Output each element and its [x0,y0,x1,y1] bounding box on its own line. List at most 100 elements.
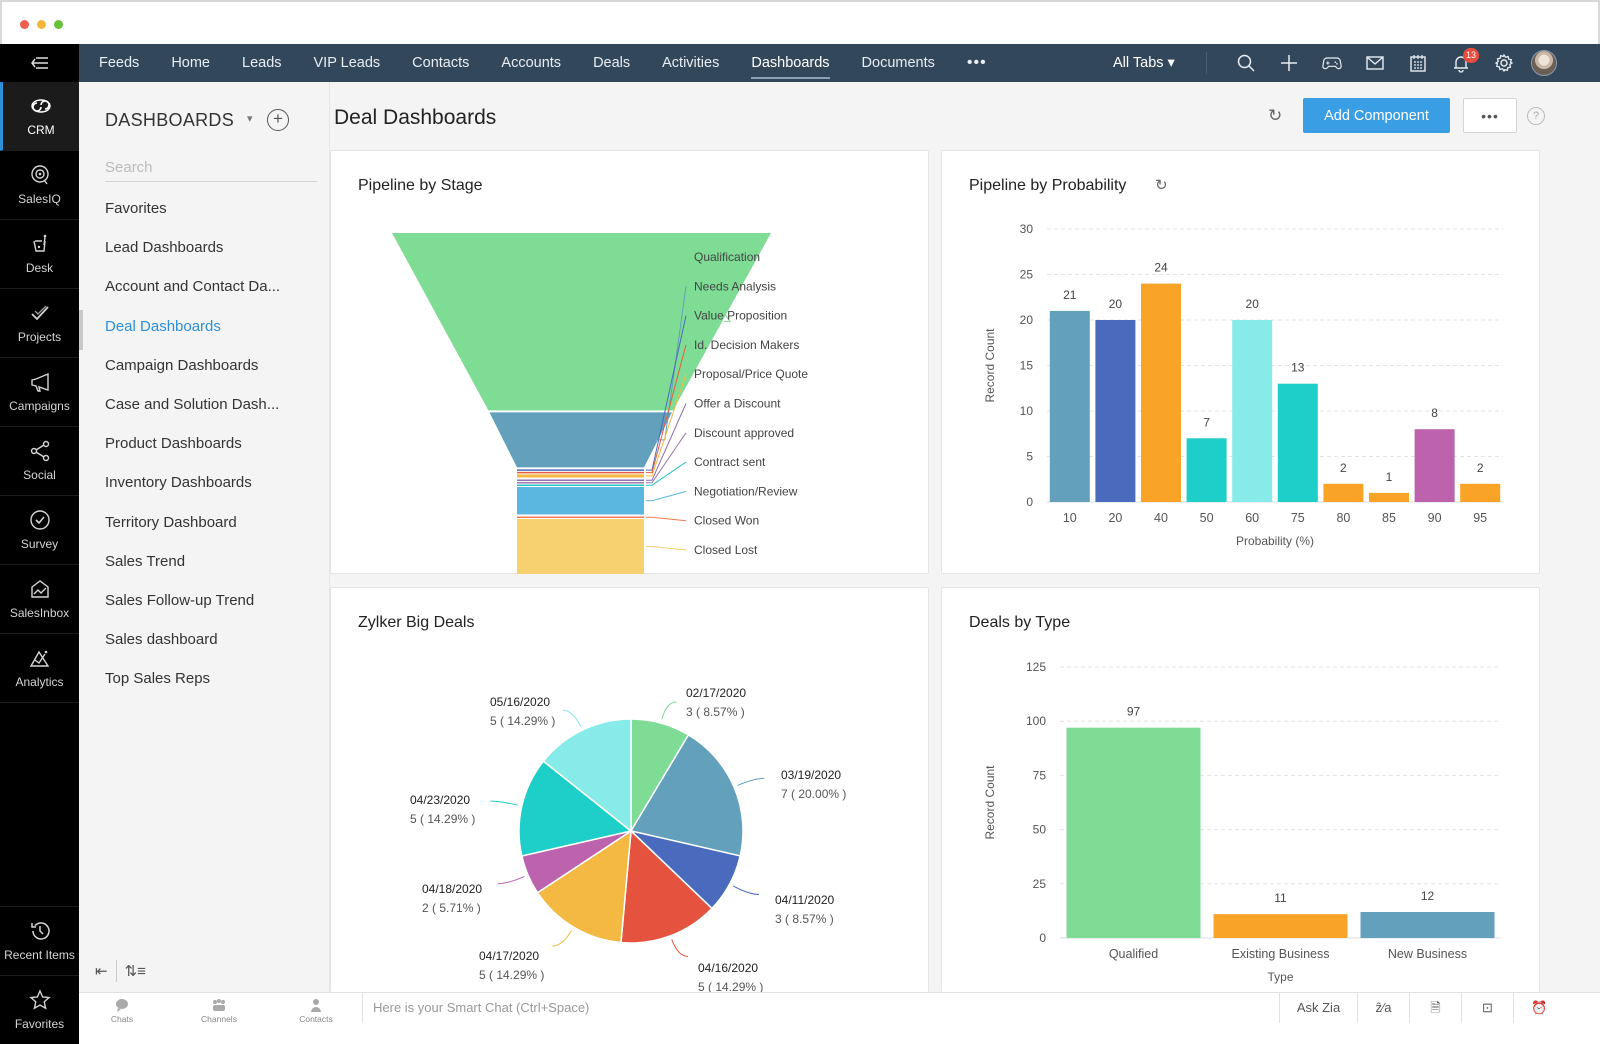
calendar-icon[interactable] [1396,44,1439,82]
app-sidebar-item-favorites[interactable]: Favorites [0,975,79,1044]
dashboard-list-item[interactable]: Campaign Dashboards [105,351,317,390]
dashboard-list-item[interactable]: Account and Contact Da... [105,272,317,311]
dashboard-list-item[interactable]: Sales dashboard [105,625,317,664]
refresh-icon[interactable]: ↻ [1268,106,1282,126]
avatar[interactable] [1531,50,1557,76]
app-sidebar-item-survey[interactable]: Survey [0,496,79,565]
search-icon[interactable] [1224,44,1267,82]
app-sidebar-item-desk[interactable]: Desk [0,220,79,289]
tab-dashboards[interactable]: Dashboards [735,44,845,82]
bar[interactable] [1141,283,1181,502]
funnel-segment[interactable] [517,484,644,486]
collapse-panel-icon[interactable]: ⇤ [87,962,116,980]
funnel-segment[interactable] [517,469,644,471]
app-sidebar-item-salesiq[interactable]: SalesIQ [0,151,79,220]
app-sidebar-label: Social [23,468,56,482]
bar[interactable] [1360,911,1495,938]
dashboard-list-item[interactable]: Inventory Dashboards [105,468,317,507]
tab-deals[interactable]: Deals [577,44,646,82]
bottom-channels-button[interactable]: Channels [189,997,249,1024]
dashboard-list-item[interactable]: Top Sales Reps [105,664,317,703]
tab-home[interactable]: Home [155,44,226,82]
bottom-contacts-button[interactable]: Contacts [286,997,346,1024]
zia-icon[interactable]: ẑ⁄a [1357,993,1409,1023]
help-icon[interactable]: ? [1527,107,1545,125]
funnel-segment[interactable] [517,486,644,515]
bar[interactable] [1049,310,1090,502]
funnel-segment[interactable] [517,516,644,518]
funnel-segment[interactable] [517,518,644,574]
y-tick-label: 0 [1039,931,1046,945]
desk-icon [32,234,46,252]
tab-vip-leads[interactable]: VIP Leads [298,44,397,82]
bar[interactable] [1369,492,1409,502]
bar[interactable] [1277,383,1318,502]
dashboard-list-item[interactable]: Deal Dashboards [105,312,317,351]
screen-share-icon[interactable]: ⊡ [1461,993,1513,1023]
refresh-icon[interactable]: ↻ [1155,176,1168,194]
bar[interactable] [1460,483,1501,502]
funnel-segment[interactable] [517,474,644,478]
scrollbar[interactable] [79,310,83,350]
funnel-segment[interactable] [489,412,672,468]
more-options-button[interactable]: ••• [1463,98,1517,133]
tab-feeds[interactable]: Feeds [83,44,155,82]
funnel-segment[interactable] [517,481,644,484]
alarm-icon[interactable]: ⏰ [1513,993,1565,1023]
app-sidebar-item-social[interactable]: Social [0,427,79,496]
dashboard-list-item[interactable]: Case and Solution Dash... [105,390,317,429]
bar[interactable] [1213,914,1348,938]
funnel-segment[interactable] [517,479,644,481]
x-tick-label: 60 [1245,511,1259,525]
app-sidebar-item-campaigns[interactable]: Campaigns [0,358,79,427]
tab-leads[interactable]: Leads [226,44,298,82]
tab-accounts[interactable]: Accounts [485,44,577,82]
smart-chat-input[interactable]: Here is your Smart Chat (Ctrl+Space) [362,993,1277,1023]
maximize-window-button[interactable] [54,20,63,29]
dashboard-search-input[interactable] [105,154,317,182]
gear-icon[interactable] [1482,44,1525,82]
more-tabs-button[interactable]: ••• [951,54,1003,72]
bell-icon[interactable]: 13 [1439,44,1482,82]
chevron-down-icon[interactable]: ▾ [247,112,253,125]
notes-icon[interactable]: 🗎 [1409,993,1461,1023]
dashboard-list-item[interactable]: Sales Trend [105,547,317,586]
minimize-window-button[interactable] [37,20,46,29]
tab-activities[interactable]: Activities [646,44,735,82]
add-component-button[interactable]: Add Component [1303,98,1450,133]
all-tabs-dropdown[interactable]: All Tabs ▾ [1113,44,1175,82]
dashboard-list-item[interactable]: Favorites [105,194,317,233]
dashboard-list-item[interactable]: Sales Follow-up Trend [105,586,317,625]
dashboard-list-item[interactable]: Territory Dashboard [105,508,317,547]
ask-zia-button[interactable]: Ask Zia [1279,993,1357,1023]
bar[interactable] [1186,438,1227,502]
bar[interactable] [1323,483,1364,502]
funnel-segment[interactable] [517,471,644,474]
bar[interactable] [1095,320,1136,502]
app-sidebar-item-analytics[interactable]: Analytics [0,634,79,703]
app-sidebar-item-recent-items[interactable]: Recent Items [0,906,79,975]
bar[interactable] [1232,320,1273,502]
window-titlebar [0,0,1600,44]
dashboard-list-item[interactable]: Lead Dashboards [105,233,317,272]
add-dashboard-button[interactable]: + [267,109,289,131]
reorder-icon[interactable]: ⇅≡ [117,962,154,980]
menu-collapse-icon[interactable] [0,44,79,82]
bar[interactable] [1414,429,1455,502]
app-sidebar-label: SalesInbox [9,606,70,620]
page-title: Deal Dashboards [334,106,497,129]
pie-label: 04/16/2020 [698,961,758,975]
app-sidebar-label: Desk [25,261,54,275]
app-sidebar-item-crm[interactable]: CRM [0,82,79,151]
app-sidebar-item-projects[interactable]: Projects [0,289,79,358]
mail-icon[interactable] [1353,44,1396,82]
close-window-button[interactable] [20,20,29,29]
app-sidebar-item-salesinbox[interactable]: SalesInbox [0,565,79,634]
tab-contacts[interactable]: Contacts [396,44,485,82]
bottom-chats-button[interactable]: Chats [92,997,152,1024]
tab-documents[interactable]: Documents [846,44,951,82]
bar[interactable] [1066,727,1201,938]
gamepad-icon[interactable] [1310,44,1353,82]
plus-icon[interactable] [1267,44,1310,82]
dashboard-list-item[interactable]: Product Dashboards [105,429,317,468]
